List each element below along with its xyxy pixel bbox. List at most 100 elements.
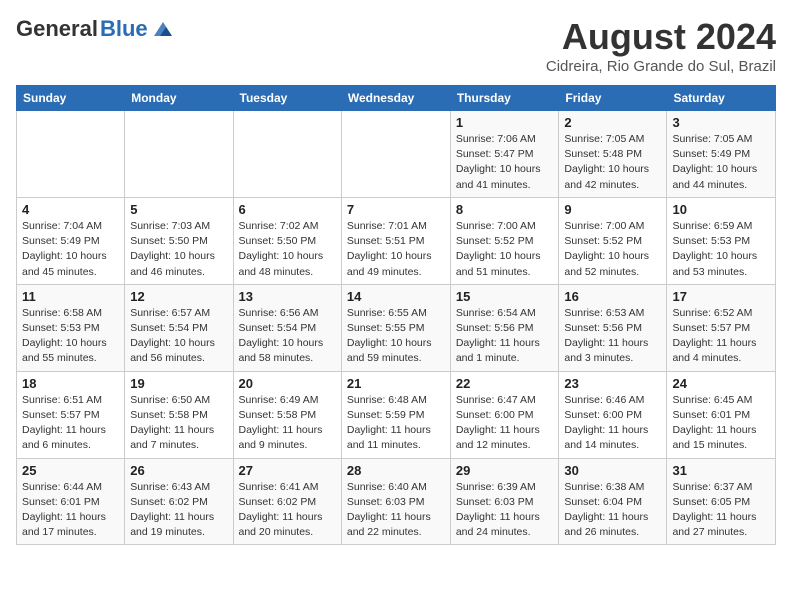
- day-number: 28: [347, 463, 445, 478]
- header-tuesday: Tuesday: [233, 86, 341, 111]
- day-number: 17: [672, 289, 770, 304]
- day-info: Sunrise: 6:48 AMSunset: 5:59 PMDaylight:…: [347, 393, 445, 454]
- table-row: 5 Sunrise: 7:03 AMSunset: 5:50 PMDaylight…: [125, 197, 233, 284]
- table-row: 7 Sunrise: 7:01 AMSunset: 5:51 PMDaylight…: [341, 197, 450, 284]
- table-row: 27 Sunrise: 6:41 AMSunset: 6:02 PMDayligh…: [233, 458, 341, 545]
- logo-blue: Blue: [100, 16, 148, 42]
- logo-icon: [152, 18, 174, 40]
- day-info: Sunrise: 6:45 AMSunset: 6:01 PMDaylight:…: [672, 393, 770, 454]
- day-info: Sunrise: 6:37 AMSunset: 6:05 PMDaylight:…: [672, 480, 770, 541]
- day-info: Sunrise: 6:39 AMSunset: 6:03 PMDaylight:…: [456, 480, 554, 541]
- day-number: 7: [347, 202, 445, 217]
- table-row: 1 Sunrise: 7:06 AMSunset: 5:47 PMDaylight…: [450, 111, 559, 198]
- table-row: 30Sunrise: 6:38 AMSunset: 6:04 PMDayligh…: [559, 458, 667, 545]
- day-number: 5: [130, 202, 227, 217]
- table-row: 23Sunrise: 6:46 AMSunset: 6:00 PMDayligh…: [559, 371, 667, 458]
- day-number: 1: [456, 115, 554, 130]
- day-number: 29: [456, 463, 554, 478]
- day-info: Sunrise: 6:41 AMSunset: 6:02 PMDaylight:…: [239, 480, 336, 541]
- day-number: 9: [564, 202, 661, 217]
- day-info: Sunrise: 7:01 AMSunset: 5:51 PMDaylight:…: [347, 219, 445, 280]
- day-info: Sunrise: 6:47 AMSunset: 6:00 PMDaylight:…: [456, 393, 554, 454]
- day-info: Sunrise: 7:02 AMSunset: 5:50 PMDaylight:…: [239, 219, 336, 280]
- table-row: 2 Sunrise: 7:05 AMSunset: 5:48 PMDaylight…: [559, 111, 667, 198]
- day-info: Sunrise: 6:51 AMSunset: 5:57 PMDaylight:…: [22, 393, 119, 454]
- day-info: Sunrise: 6:38 AMSunset: 6:04 PMDaylight:…: [564, 480, 661, 541]
- table-row: 18Sunrise: 6:51 AMSunset: 5:57 PMDayligh…: [17, 371, 125, 458]
- table-row: 8 Sunrise: 7:00 AMSunset: 5:52 PMDaylight…: [450, 197, 559, 284]
- day-number: 16: [564, 289, 661, 304]
- table-row: 13 Sunrise: 6:56 AMSunset: 5:54 PMDayligh…: [233, 284, 341, 371]
- day-info: Sunrise: 6:54 AMSunset: 5:56 PMDaylight:…: [456, 306, 554, 367]
- table-row: 28 Sunrise: 6:40 AMSunset: 6:03 PMDayligh…: [341, 458, 450, 545]
- header-wednesday: Wednesday: [341, 86, 450, 111]
- day-number: 20: [239, 376, 336, 391]
- week-row-5: 25 Sunrise: 6:44 AMSunset: 6:01 PMDayligh…: [17, 458, 776, 545]
- day-info: Sunrise: 7:06 AMSunset: 5:47 PMDaylight:…: [456, 132, 554, 193]
- day-info: Sunrise: 6:55 AMSunset: 5:55 PMDaylight:…: [347, 306, 445, 367]
- day-info: Sunrise: 7:03 AMSunset: 5:50 PMDaylight:…: [130, 219, 227, 280]
- header-friday: Friday: [559, 86, 667, 111]
- day-info: Sunrise: 7:04 AMSunset: 5:49 PMDaylight:…: [22, 219, 119, 280]
- table-row: 9 Sunrise: 7:00 AMSunset: 5:52 PMDaylight…: [559, 197, 667, 284]
- day-number: 31: [672, 463, 770, 478]
- day-info: Sunrise: 6:49 AMSunset: 5:58 PMDaylight:…: [239, 393, 336, 454]
- title-section: August 2024 Cidreira, Rio Grande do Sul,…: [546, 16, 776, 75]
- table-row: 10Sunrise: 6:59 AMSunset: 5:53 PMDayligh…: [667, 197, 776, 284]
- table-row: 6 Sunrise: 7:02 AMSunset: 5:50 PMDaylight…: [233, 197, 341, 284]
- day-info: Sunrise: 6:40 AMSunset: 6:03 PMDaylight:…: [347, 480, 445, 541]
- table-row: 14 Sunrise: 6:55 AMSunset: 5:55 PMDayligh…: [341, 284, 450, 371]
- week-row-1: 1 Sunrise: 7:06 AMSunset: 5:47 PMDaylight…: [17, 111, 776, 198]
- day-number: 24: [672, 376, 770, 391]
- calendar-table: Sunday Monday Tuesday Wednesday Thursday…: [16, 85, 776, 545]
- day-number: 4: [22, 202, 119, 217]
- day-number: 2: [564, 115, 661, 130]
- table-row: 22 Sunrise: 6:47 AMSunset: 6:00 PMDayligh…: [450, 371, 559, 458]
- logo: General Blue: [16, 16, 174, 42]
- table-row: 17Sunrise: 6:52 AMSunset: 5:57 PMDayligh…: [667, 284, 776, 371]
- day-info: Sunrise: 7:00 AMSunset: 5:52 PMDaylight:…: [456, 219, 554, 280]
- day-number: 14: [347, 289, 445, 304]
- table-row: 19 Sunrise: 6:50 AMSunset: 5:58 PMDayligh…: [125, 371, 233, 458]
- table-row: 4 Sunrise: 7:04 AMSunset: 5:49 PMDaylight…: [17, 197, 125, 284]
- day-number: 15: [456, 289, 554, 304]
- table-row: 21Sunrise: 6:48 AMSunset: 5:59 PMDayligh…: [341, 371, 450, 458]
- table-row: 3Sunrise: 7:05 AMSunset: 5:49 PMDaylight…: [667, 111, 776, 198]
- table-row: [233, 111, 341, 198]
- day-number: 25: [22, 463, 119, 478]
- day-info: Sunrise: 6:44 AMSunset: 6:01 PMDaylight:…: [22, 480, 119, 541]
- table-row: [341, 111, 450, 198]
- day-info: Sunrise: 7:05 AMSunset: 5:48 PMDaylight:…: [564, 132, 661, 193]
- page-header: General Blue August 2024 Cidreira, Rio G…: [16, 16, 776, 75]
- header-saturday: Saturday: [667, 86, 776, 111]
- table-row: 11 Sunrise: 6:58 AMSunset: 5:53 PMDayligh…: [17, 284, 125, 371]
- day-info: Sunrise: 6:58 AMSunset: 5:53 PMDaylight:…: [22, 306, 119, 367]
- day-number: 6: [239, 202, 336, 217]
- day-number: 27: [239, 463, 336, 478]
- day-info: Sunrise: 6:59 AMSunset: 5:53 PMDaylight:…: [672, 219, 770, 280]
- location: Cidreira, Rio Grande do Sul, Brazil: [546, 58, 776, 75]
- week-row-4: 18Sunrise: 6:51 AMSunset: 5:57 PMDayligh…: [17, 371, 776, 458]
- day-info: Sunrise: 6:50 AMSunset: 5:58 PMDaylight:…: [130, 393, 227, 454]
- table-row: 25 Sunrise: 6:44 AMSunset: 6:01 PMDayligh…: [17, 458, 125, 545]
- table-row: 24 Sunrise: 6:45 AMSunset: 6:01 PMDayligh…: [667, 371, 776, 458]
- day-number: 19: [130, 376, 227, 391]
- table-row: [125, 111, 233, 198]
- table-row: 29 Sunrise: 6:39 AMSunset: 6:03 PMDayligh…: [450, 458, 559, 545]
- day-number: 3: [672, 115, 770, 130]
- day-number: 12: [130, 289, 227, 304]
- day-info: Sunrise: 6:56 AMSunset: 5:54 PMDaylight:…: [239, 306, 336, 367]
- month-year: August 2024: [546, 16, 776, 58]
- day-info: Sunrise: 6:43 AMSunset: 6:02 PMDaylight:…: [130, 480, 227, 541]
- day-info: Sunrise: 6:53 AMSunset: 5:56 PMDaylight:…: [564, 306, 661, 367]
- day-number: 13: [239, 289, 336, 304]
- day-number: 11: [22, 289, 119, 304]
- week-row-3: 11 Sunrise: 6:58 AMSunset: 5:53 PMDayligh…: [17, 284, 776, 371]
- day-number: 22: [456, 376, 554, 391]
- table-row: 12Sunrise: 6:57 AMSunset: 5:54 PMDayligh…: [125, 284, 233, 371]
- day-number: 8: [456, 202, 554, 217]
- day-info: Sunrise: 7:00 AMSunset: 5:52 PMDaylight:…: [564, 219, 661, 280]
- table-row: 15 Sunrise: 6:54 AMSunset: 5:56 PMDayligh…: [450, 284, 559, 371]
- header-monday: Monday: [125, 86, 233, 111]
- table-row: 20 Sunrise: 6:49 AMSunset: 5:58 PMDayligh…: [233, 371, 341, 458]
